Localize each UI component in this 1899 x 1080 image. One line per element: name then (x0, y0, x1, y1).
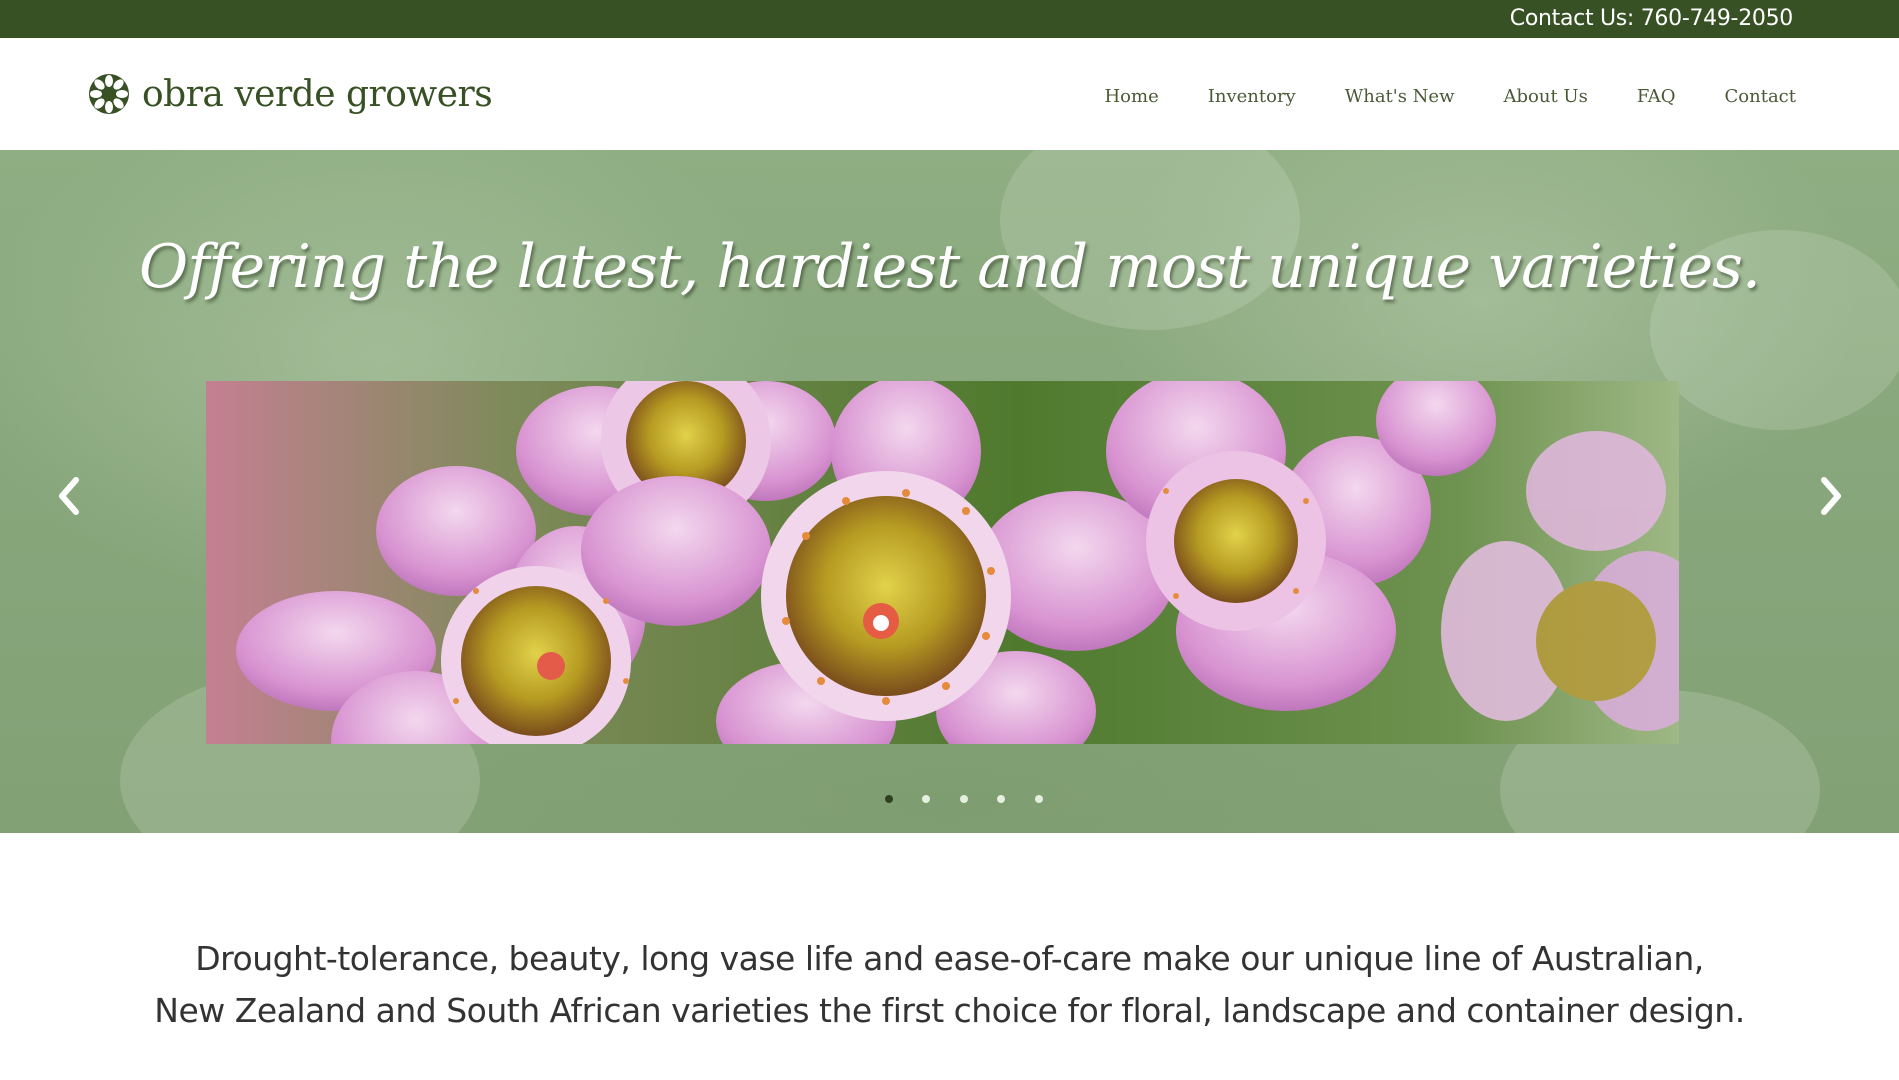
nav-item-home[interactable]: Home (1080, 82, 1183, 112)
nav-item-faq[interactable]: FAQ (1612, 82, 1700, 112)
site-logo[interactable]: obra verde growers (88, 73, 493, 115)
nav-item-about-us[interactable]: About Us (1479, 82, 1612, 112)
contact-phone[interactable]: Contact Us: 760-749-2050 (1510, 6, 1794, 31)
hero-tagline: Offering the latest, hardiest and most u… (139, 232, 1761, 302)
intro-line-2: New Zealand and South African varieties … (154, 991, 1745, 1030)
nav-item-whats-new[interactable]: What's New (1320, 82, 1479, 112)
carousel-next-button[interactable] (1811, 470, 1851, 522)
intro-statement: Drought-tolerance, beauty, long vase lif… (0, 933, 1899, 1037)
nav-item-contact[interactable]: Contact (1700, 82, 1796, 112)
chevron-left-icon (59, 477, 79, 515)
carousel-prev-button[interactable] (49, 470, 89, 522)
top-contact-bar: Contact Us: 760-749-2050 (0, 0, 1899, 38)
carousel-indicators (870, 794, 1058, 804)
carousel-dot-5[interactable] (1020, 794, 1058, 804)
carousel-dot-1[interactable] (870, 794, 908, 804)
chevron-right-icon (1821, 477, 1841, 515)
nav-item-inventory[interactable]: Inventory (1183, 82, 1320, 112)
carousel-slide-image (206, 381, 1679, 744)
intro-line-1: Drought-tolerance, beauty, long vase lif… (195, 939, 1704, 978)
hero-carousel: Offering the latest, hardiest and most u… (0, 150, 1899, 833)
main-nav: Home Inventory What's New About Us FAQ C… (1080, 82, 1796, 112)
flower-rosette-icon (89, 74, 129, 114)
site-header: obra verde growers Home Inventory What's… (0, 38, 1899, 150)
flower-photo (206, 381, 1679, 744)
carousel-dot-2[interactable] (908, 794, 946, 804)
carousel-dot-3[interactable] (945, 794, 983, 804)
carousel-dot-4[interactable] (983, 794, 1021, 804)
brand-name: obra verde growers (142, 73, 493, 115)
